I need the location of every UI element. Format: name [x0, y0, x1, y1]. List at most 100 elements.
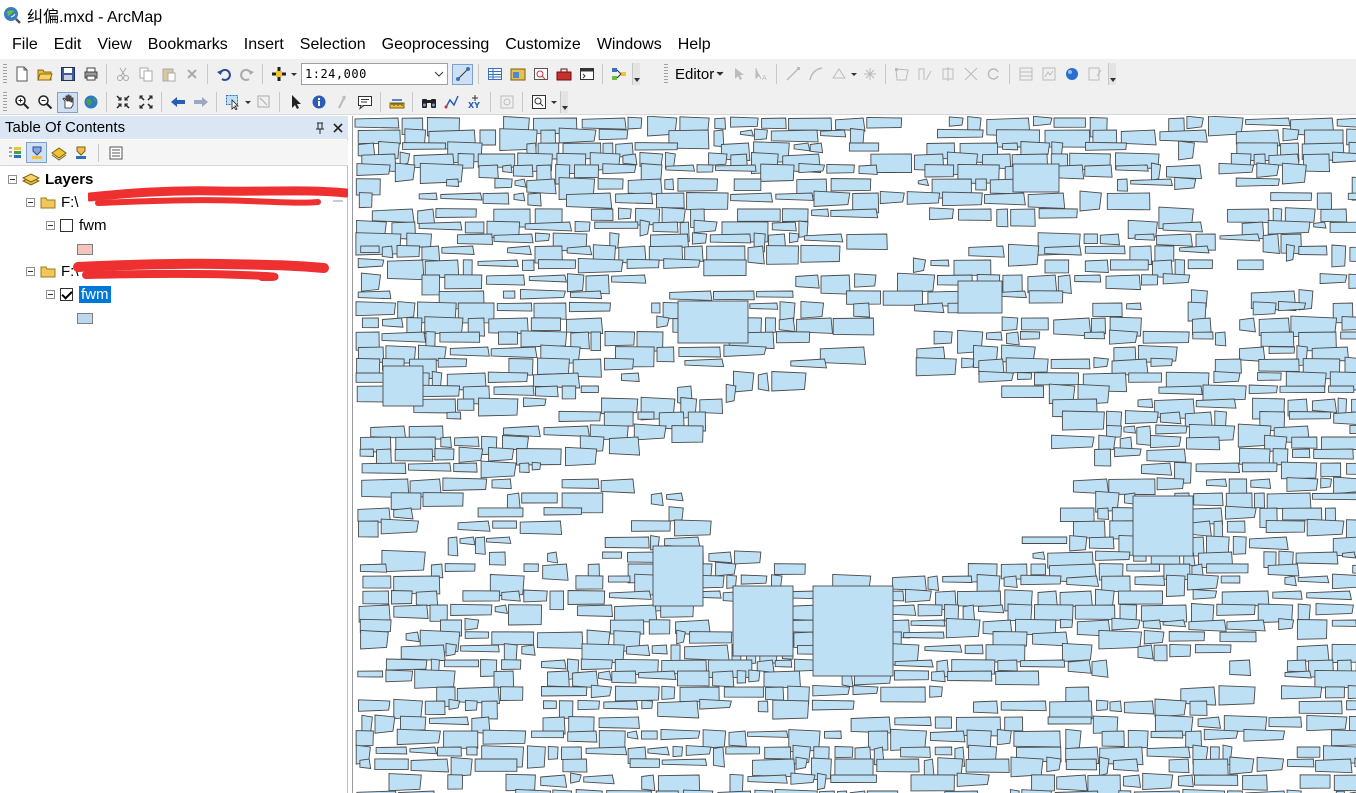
forward-icon[interactable] — [190, 92, 211, 113]
collapse-toggle[interactable] — [8, 174, 17, 184]
sketch-properties-icon[interactable] — [1038, 64, 1059, 85]
clear-selection-icon[interactable] — [253, 92, 274, 113]
redo-icon[interactable] — [236, 64, 257, 85]
chevron-down-icon[interactable] — [550, 92, 558, 113]
toolbar-options-button[interactable] — [560, 91, 568, 113]
go-to-xy-icon[interactable]: XY — [464, 92, 485, 113]
editing-options-icon[interactable] — [1084, 64, 1105, 85]
save-icon[interactable] — [57, 64, 78, 85]
table-icon[interactable] — [484, 64, 505, 85]
new-document-icon[interactable] — [11, 64, 32, 85]
zoom-out-icon[interactable] — [34, 92, 55, 113]
options-icon[interactable] — [105, 142, 126, 163]
layer-name[interactable]: fwm — [79, 285, 111, 303]
full-extent-icon[interactable] — [80, 92, 101, 113]
copy-icon[interactable] — [135, 64, 156, 85]
select-features-icon[interactable] — [222, 92, 243, 113]
menu-help[interactable]: Help — [670, 30, 719, 59]
chevron-down-icon[interactable] — [850, 64, 858, 85]
identify-icon[interactable] — [308, 92, 329, 113]
viewer-window-icon[interactable] — [528, 92, 549, 113]
back-icon[interactable] — [167, 92, 188, 113]
zoom-in-icon[interactable] — [11, 92, 32, 113]
rotate-tool-icon[interactable] — [983, 64, 1004, 85]
construction-tools-icon[interactable] — [828, 64, 849, 85]
add-data-icon[interactable] — [268, 64, 289, 85]
map-scale-combobox[interactable]: 1:24,000 — [301, 63, 448, 85]
reshape-feature-icon[interactable] — [914, 64, 935, 85]
menu-customize[interactable]: Customize — [497, 30, 589, 59]
model-builder-icon[interactable] — [608, 64, 629, 85]
collapse-toggle[interactable] — [46, 289, 55, 299]
editor-menu-button[interactable]: Editor — [671, 63, 726, 85]
chevron-down-icon[interactable] — [244, 92, 252, 113]
source-folder-row[interactable]: F:\ — [26, 191, 79, 213]
layer-symbol-swatch[interactable] — [77, 244, 93, 255]
point-icon[interactable] — [859, 64, 880, 85]
edit-vertices-icon[interactable] — [891, 64, 912, 85]
select-elements-icon[interactable] — [285, 92, 306, 113]
layer-symbol-swatch[interactable] — [77, 313, 93, 324]
hyperlink-icon[interactable] — [331, 92, 352, 113]
arctoolbox-icon[interactable] — [553, 64, 574, 85]
menu-file[interactable]: File — [0, 30, 46, 59]
search-window-icon[interactable] — [530, 64, 551, 85]
menu-windows[interactable]: Windows — [589, 30, 670, 59]
split-tool-icon[interactable] — [960, 64, 981, 85]
list-by-visibility-icon[interactable] — [48, 142, 69, 163]
create-features-icon[interactable] — [1061, 64, 1082, 85]
menu-selection[interactable]: Selection — [292, 30, 374, 59]
chevron-down-icon[interactable] — [431, 64, 447, 84]
menu-bookmarks[interactable]: Bookmarks — [140, 30, 236, 59]
print-icon[interactable] — [80, 64, 101, 85]
building-footprints-layer[interactable] — [353, 116, 1356, 793]
layer-row-fwm[interactable]: fwm — [46, 214, 107, 236]
collapse-toggle[interactable] — [26, 266, 35, 276]
cut-polygons-icon[interactable] — [937, 64, 958, 85]
python-icon[interactable] — [576, 64, 597, 85]
collapse-toggle[interactable] — [26, 197, 35, 207]
attributes-icon[interactable] — [1015, 64, 1036, 85]
endpoint-arc-icon[interactable] — [805, 64, 826, 85]
list-by-selection-icon[interactable] — [70, 142, 91, 163]
paste-icon[interactable] — [158, 64, 179, 85]
toolbar-grip[interactable] — [3, 92, 7, 112]
editor-toolbar-icon[interactable] — [452, 63, 473, 85]
straight-segment-icon[interactable] — [782, 64, 803, 85]
map-display[interactable] — [352, 116, 1356, 793]
menu-edit[interactable]: Edit — [46, 30, 90, 59]
source-folder-row[interactable]: F:\ — [26, 260, 79, 282]
edit-tool-icon[interactable] — [727, 64, 748, 85]
map-scale-value[interactable]: 1:24,000 — [302, 67, 431, 81]
close-icon[interactable] — [330, 120, 346, 136]
undo-icon[interactable] — [213, 64, 234, 85]
fixed-zoom-in-icon[interactable] — [112, 92, 133, 113]
fixed-zoom-out-icon[interactable] — [135, 92, 156, 113]
layers-root-row[interactable]: Layers — [8, 168, 93, 190]
layer-visibility-checkbox[interactable] — [60, 218, 73, 232]
open-folder-icon[interactable] — [34, 64, 55, 85]
pin-icon[interactable] — [312, 120, 328, 136]
menu-geoprocessing[interactable]: Geoprocessing — [374, 30, 498, 59]
time-slider-icon[interactable] — [496, 92, 517, 113]
menu-view[interactable]: View — [89, 30, 139, 59]
find-route-icon[interactable] — [441, 92, 462, 113]
edit-annotation-icon[interactable]: A — [750, 64, 771, 85]
menu-insert[interactable]: Insert — [236, 30, 292, 59]
toolbar-grip[interactable] — [664, 64, 668, 84]
html-popup-icon[interactable] — [354, 92, 375, 113]
toolbar-options-button[interactable] — [632, 63, 640, 85]
find-icon[interactable] — [418, 92, 439, 113]
layer-row-fwm-selected[interactable]: fwm — [46, 283, 111, 305]
layer-visibility-checkbox[interactable] — [60, 287, 73, 301]
cut-icon[interactable] — [112, 64, 133, 85]
layer-name[interactable]: fwm — [79, 217, 107, 234]
chevron-down-icon[interactable] — [290, 64, 298, 85]
pan-icon[interactable] — [57, 91, 78, 113]
toolbar-grip[interactable] — [3, 64, 7, 84]
measure-icon[interactable] — [386, 92, 407, 113]
arccatalog-icon[interactable] — [507, 64, 528, 85]
toolbar-options-button[interactable] — [1108, 63, 1117, 85]
delete-icon[interactable] — [181, 64, 202, 85]
list-by-source-icon[interactable] — [26, 142, 47, 163]
